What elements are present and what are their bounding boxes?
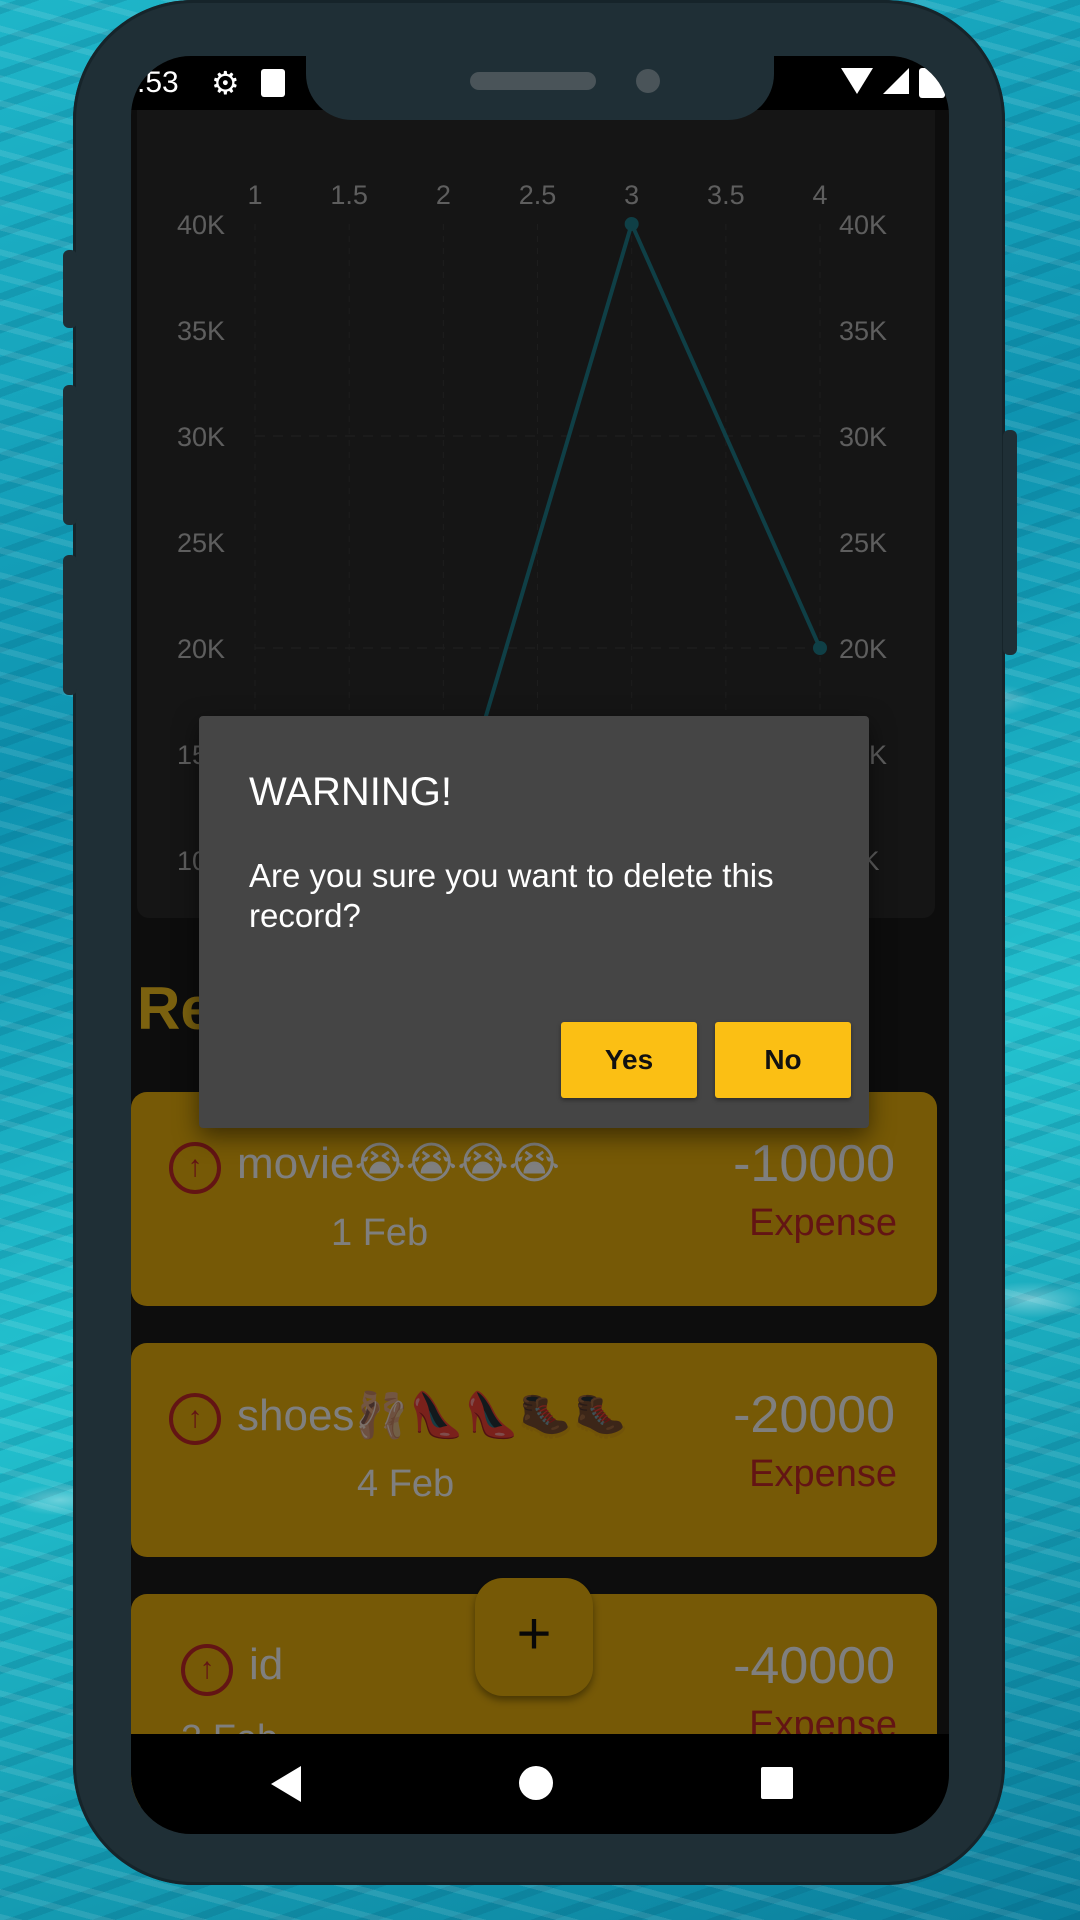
gear-icon: ⚙ <box>211 65 240 101</box>
warning-dialog: WARNING! Are you sure you want to delete… <box>199 716 869 1128</box>
signal-icon <box>883 68 909 94</box>
speaker-grille <box>470 72 596 90</box>
phone-volume-down <box>63 555 77 695</box>
no-button[interactable]: No <box>715 1022 851 1098</box>
phone-volume-up <box>63 385 77 525</box>
phone-power-button <box>1003 430 1017 655</box>
status-time: :53 <box>137 66 179 99</box>
front-camera <box>636 69 660 93</box>
sd-card-icon <box>261 69 285 97</box>
home-icon[interactable] <box>519 1766 553 1800</box>
phone-side-button <box>63 250 77 328</box>
yes-button[interactable]: Yes <box>561 1022 697 1098</box>
navigation-bar <box>131 1734 949 1834</box>
dialog-message: Are you sure you want to delete this rec… <box>249 857 774 934</box>
phone-notch <box>306 56 774 120</box>
back-icon[interactable] <box>271 1766 301 1802</box>
battery-icon <box>919 68 945 98</box>
screen: :53 ⚙ 11.522.533.5440K35K30K25K20K15K104… <box>131 56 949 1834</box>
recent-apps-icon[interactable] <box>761 1767 793 1799</box>
wifi-icon <box>841 68 873 94</box>
dialog-title: WARNING! <box>249 770 452 814</box>
